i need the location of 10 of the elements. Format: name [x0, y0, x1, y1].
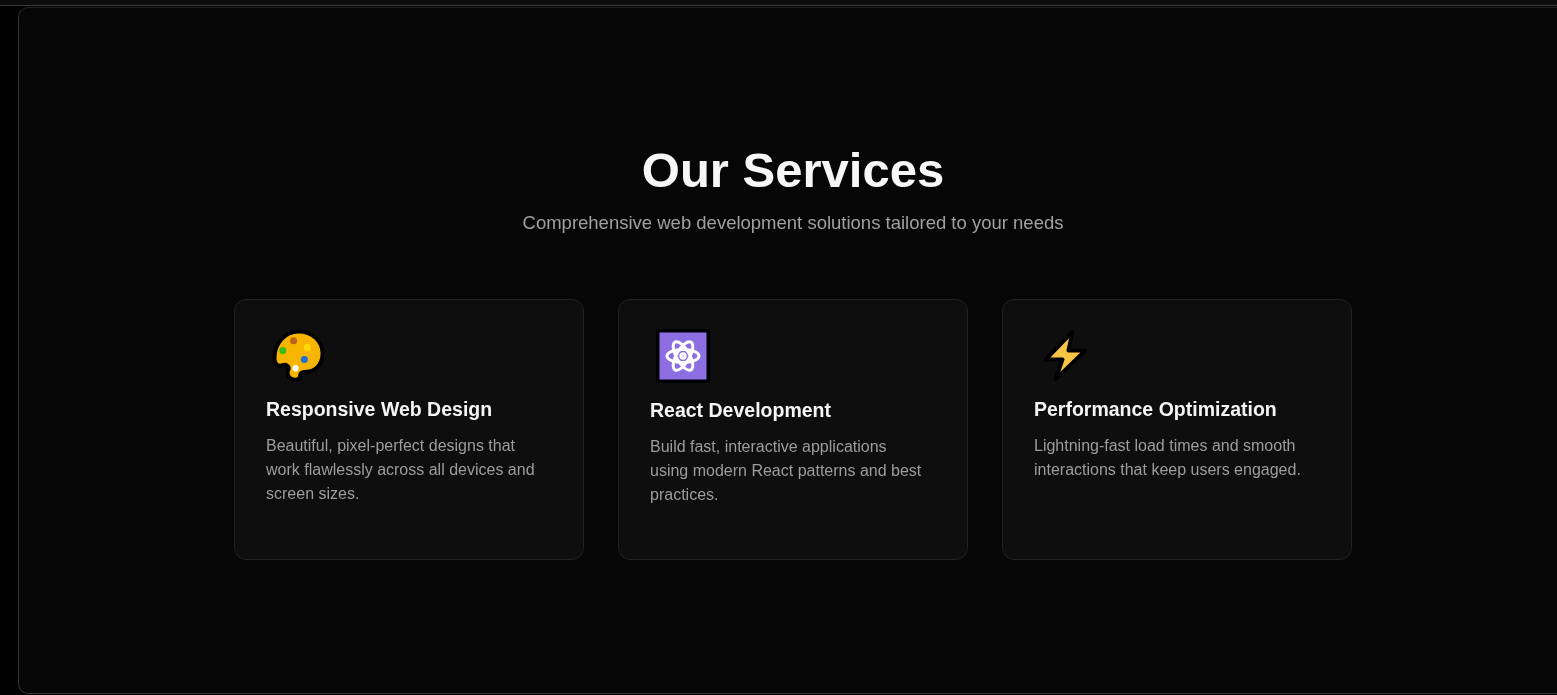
- service-description: Lightning-fast load times and smooth interactions that keep users engaged.: [1034, 436, 1302, 480]
- atom-icon: [656, 329, 710, 383]
- section-subtitle: Comprehensive web development solutions tailored to your needs: [522, 211, 1064, 235]
- service-title: React Development: [650, 398, 832, 422]
- palette-icon: [272, 329, 325, 382]
- service-description: Beautiful, pixel-perfect designs that work flawlessly across all devices and screen sizes.: [266, 436, 536, 504]
- service-title: Performance Optimization: [1034, 397, 1278, 421]
- service-title: Responsive Web Design: [266, 397, 494, 421]
- service-description: Build fast, interactive applications using modern React patterns and best practices.: [650, 437, 923, 505]
- section-title: Our Services: [641, 142, 945, 199]
